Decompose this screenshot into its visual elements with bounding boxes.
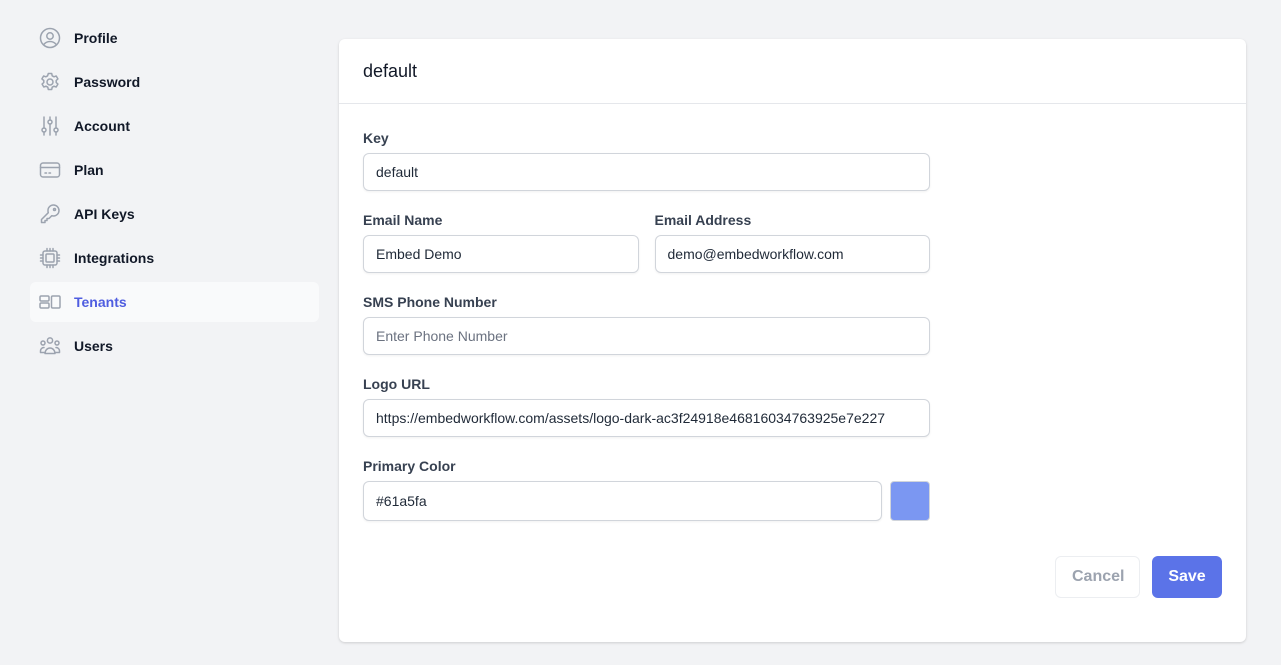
page-title: default (363, 61, 418, 81)
sidebar-item-plan[interactable]: Plan (30, 150, 319, 190)
card-header: default (339, 39, 1246, 104)
sms-phone-label: SMS Phone Number (363, 294, 497, 310)
color-swatch-picker[interactable] (890, 481, 930, 521)
sidebar-item-users[interactable]: Users (30, 326, 319, 366)
logo-url-label: Logo URL (363, 376, 430, 392)
save-button[interactable]: Save (1152, 556, 1222, 598)
layout-icon (38, 290, 62, 314)
sidebar-item-integrations[interactable]: Integrations (30, 238, 319, 278)
primary-color-field-group: Primary Color (363, 457, 930, 521)
chip-icon (38, 246, 62, 270)
sidebar-item-label: API Keys (74, 206, 135, 222)
sidebar-item-label: Profile (74, 30, 118, 46)
logo-url-field-group: Logo URL (363, 375, 930, 437)
email-address-label: Email Address (654, 212, 752, 228)
sidebar-item-tenants[interactable]: Tenants (30, 282, 319, 322)
sidebar-item-label: Users (74, 338, 113, 354)
email-address-field-group: Email Address (654, 211, 930, 273)
primary-color-input[interactable] (363, 481, 882, 521)
email-row: Email Name Email Address (363, 211, 930, 293)
tenant-settings-card: default Key Email Name Email Address SMS… (339, 39, 1246, 642)
credit-card-icon (38, 158, 62, 182)
settings-sidebar: Profile Password Account Plan API Keys I… (30, 18, 319, 370)
email-name-label: Email Name (363, 212, 443, 228)
logo-url-input[interactable] (363, 399, 930, 437)
users-icon (38, 334, 62, 358)
sidebar-item-api-keys[interactable]: API Keys (30, 194, 319, 234)
sms-phone-input[interactable] (363, 317, 930, 355)
key-input[interactable] (363, 153, 930, 191)
key-field-group: Key (363, 129, 930, 191)
email-address-input[interactable] (654, 235, 930, 273)
primary-color-row (363, 481, 930, 521)
sidebar-item-label: Integrations (74, 250, 155, 266)
cancel-button[interactable]: Cancel (1055, 556, 1140, 598)
sidebar-item-label: Plan (74, 162, 104, 178)
tenant-form: Key Email Name Email Address SMS Phone N… (363, 129, 930, 541)
sidebar-item-label: Tenants (74, 294, 127, 310)
sidebar-item-account[interactable]: Account (30, 106, 319, 146)
sidebar-item-profile[interactable]: Profile (30, 18, 319, 58)
email-name-input[interactable] (363, 235, 639, 273)
form-actions: Cancel Save (1055, 556, 1222, 598)
key-label: Key (363, 130, 389, 146)
sidebar-item-password[interactable]: Password (30, 62, 319, 102)
primary-color-label: Primary Color (363, 458, 456, 474)
sms-phone-field-group: SMS Phone Number (363, 293, 930, 355)
gear-icon (38, 70, 62, 94)
sliders-icon (38, 114, 62, 138)
user-circle-icon (38, 26, 62, 50)
sidebar-item-label: Password (74, 74, 141, 90)
key-icon (38, 202, 62, 226)
sidebar-item-label: Account (74, 118, 130, 134)
email-name-field-group: Email Name (363, 211, 639, 273)
